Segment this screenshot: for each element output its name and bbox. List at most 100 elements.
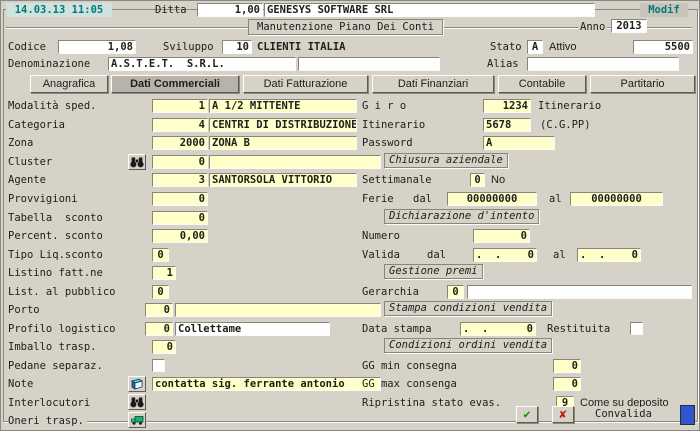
provvigioni-field[interactable]: 0 [152, 192, 208, 206]
valida-dal-label: dal [427, 248, 446, 262]
gerarchia-desc-field[interactable] [467, 285, 692, 299]
alias-field[interactable] [527, 57, 679, 71]
data-stampa-label: Data stampa [362, 322, 432, 336]
valida-label: Valida [362, 248, 400, 262]
agente-field[interactable]: 3 [152, 173, 208, 187]
categoria-field[interactable]: 4 [152, 118, 208, 132]
ditta-label: Ditta [155, 3, 187, 17]
gg-min-consegna-field[interactable]: 0 [553, 359, 581, 373]
itinerario-field[interactable]: 5678 [483, 118, 531, 132]
cluster-field[interactable]: 0 [152, 155, 208, 169]
tipo-liq-sconto-field[interactable]: 0 [152, 248, 169, 262]
settimanale-desc: No [491, 173, 505, 187]
note-button[interactable] [128, 376, 146, 392]
alias-label: Alias [487, 57, 519, 71]
listino-fattne-label: Listino fatt.ne [8, 266, 103, 280]
valida-al-field[interactable]: . .0 [577, 248, 641, 262]
pedane-separaz-checkbox[interactable] [152, 359, 165, 372]
profilo-logistico-field[interactable]: 0 [145, 322, 173, 336]
anno-field[interactable]: 2013 [611, 19, 647, 33]
cancel-button[interactable]: ✘ [552, 406, 574, 423]
gg-min-consegna-label: GG min consegna [362, 359, 457, 373]
giro-field[interactable]: 1234 [483, 99, 531, 113]
profilo-logistico-desc-field[interactable]: Collettame [175, 322, 330, 336]
stampa-condizioni-group-label: Stampa condizioni vendita [384, 301, 552, 316]
codice-field[interactable]: 1,08 [58, 40, 136, 54]
tab-dati-fatturazione[interactable]: Dati Fatturazione [243, 75, 368, 93]
agente-label: Agente [8, 173, 46, 187]
anno-label: Anno [578, 20, 607, 34]
categoria-desc-field[interactable]: CENTRI DI DISTRIBUZIONE [209, 118, 357, 132]
binoculars-icon [129, 396, 145, 408]
tabella-sconto-field[interactable]: 0 [152, 211, 208, 225]
interlocutori-label: Interlocutori [8, 396, 90, 410]
valida-al-dots: . . [580, 249, 605, 261]
percent-sconto-label: Percent. sconto [8, 229, 103, 243]
tab-dati-commerciali[interactable]: Dati Commerciali [111, 75, 239, 93]
truck-icon [129, 414, 145, 426]
binoculars-icon [129, 156, 145, 168]
restituita-label: Restituita [547, 322, 610, 336]
ditta-code-field[interactable]: 1,00 [197, 3, 263, 17]
listino-fattne-field[interactable]: 1 [152, 266, 176, 280]
mode-badge: Modif [640, 3, 688, 17]
tab-partitario[interactable]: Partitario [590, 75, 695, 93]
data-stampa-field[interactable]: . .0 [460, 322, 536, 336]
ferie-al-label: al [549, 192, 562, 206]
stato-field[interactable]: A [527, 40, 543, 54]
stato-desc: Attivo [549, 40, 577, 54]
password-field[interactable]: A [483, 136, 555, 150]
oneri-trasp-button[interactable] [128, 412, 146, 428]
denominazione-field-2[interactable] [298, 57, 440, 71]
gg-max-consegna-label: GG max consenga [362, 377, 457, 391]
agente-desc-field[interactable]: SANTORSOLA VITTORIO [209, 173, 357, 187]
note-field[interactable]: contatta sig. ferrante antonio [152, 377, 381, 391]
porto-field[interactable]: 0 [145, 303, 173, 317]
denominazione-field[interactable]: A.S.T.E.T. S.R.L. [108, 57, 296, 71]
cluster-search-button[interactable] [128, 154, 146, 170]
categoria-label: Categoria [8, 118, 65, 132]
ferie-dal-field[interactable]: 00000000 [447, 192, 537, 206]
company-name-field[interactable]: GENESYS SOFTWARE SRL [264, 3, 595, 17]
porto-label: Porto [8, 303, 40, 317]
gg-max-consegna-field[interactable]: 0 [553, 377, 581, 391]
tab-dati-finanziari[interactable]: Dati Finanziari [372, 75, 494, 93]
modalita-sped-label: Modalità sped. [8, 99, 97, 113]
conto-field[interactable]: 5500 [633, 40, 693, 54]
modalita-sped-field[interactable]: 1 [152, 99, 208, 113]
gerarchia-field[interactable]: 0 [447, 285, 464, 299]
confirm-button[interactable]: ✔ [516, 406, 538, 423]
zona-field[interactable]: 2000 [152, 136, 208, 150]
provvigioni-label: Provvigioni [8, 192, 78, 206]
zona-desc-field[interactable]: ZONA B [209, 136, 357, 150]
percent-sconto-field[interactable]: 0,00 [152, 229, 208, 243]
restituita-checkbox[interactable] [630, 322, 643, 335]
imballo-trasp-field[interactable]: 0 [152, 340, 176, 354]
list-al-pubblico-field[interactable]: 0 [152, 285, 169, 299]
sviluppo-desc: CLIENTI ITALIA [257, 40, 346, 54]
cancel-x-icon: ✘ [559, 407, 566, 421]
interlocutori-search-button[interactable] [128, 394, 146, 410]
cluster-desc-field[interactable] [209, 155, 381, 169]
settimanale-label: Settimanale [362, 173, 432, 187]
tab-contabile[interactable]: Contabile [498, 75, 586, 93]
sviluppo-field[interactable]: 10 [222, 40, 252, 54]
modalita-sped-desc-field[interactable]: A 1/2 MITTENTE [209, 99, 357, 113]
numero-field[interactable]: 0 [473, 229, 530, 243]
ferie-al-field[interactable]: 00000000 [570, 192, 663, 206]
ferie-dal-label: dal [413, 192, 432, 206]
zona-label: Zona [8, 136, 33, 150]
tab-anagrafica[interactable]: Anagrafica [30, 75, 108, 93]
cluster-label: Cluster [8, 155, 52, 169]
valida-dal-field[interactable]: . .0 [473, 248, 537, 262]
giro-desc: Itinerario [538, 99, 601, 113]
convalida-indicator [680, 405, 695, 425]
itinerario-label: Itinerario [362, 118, 425, 132]
page-title: Manutenzione Piano Dei Conti [248, 19, 443, 35]
gerarchia-label: Gerarchia [362, 285, 419, 299]
stato-label: Stato [490, 40, 522, 54]
denominazione-label: Denominazione [8, 57, 90, 71]
gestione-premi-group-label: Gestione premi [384, 264, 483, 279]
settimanale-field[interactable]: 0 [470, 173, 485, 187]
porto-desc-field[interactable] [175, 303, 381, 317]
